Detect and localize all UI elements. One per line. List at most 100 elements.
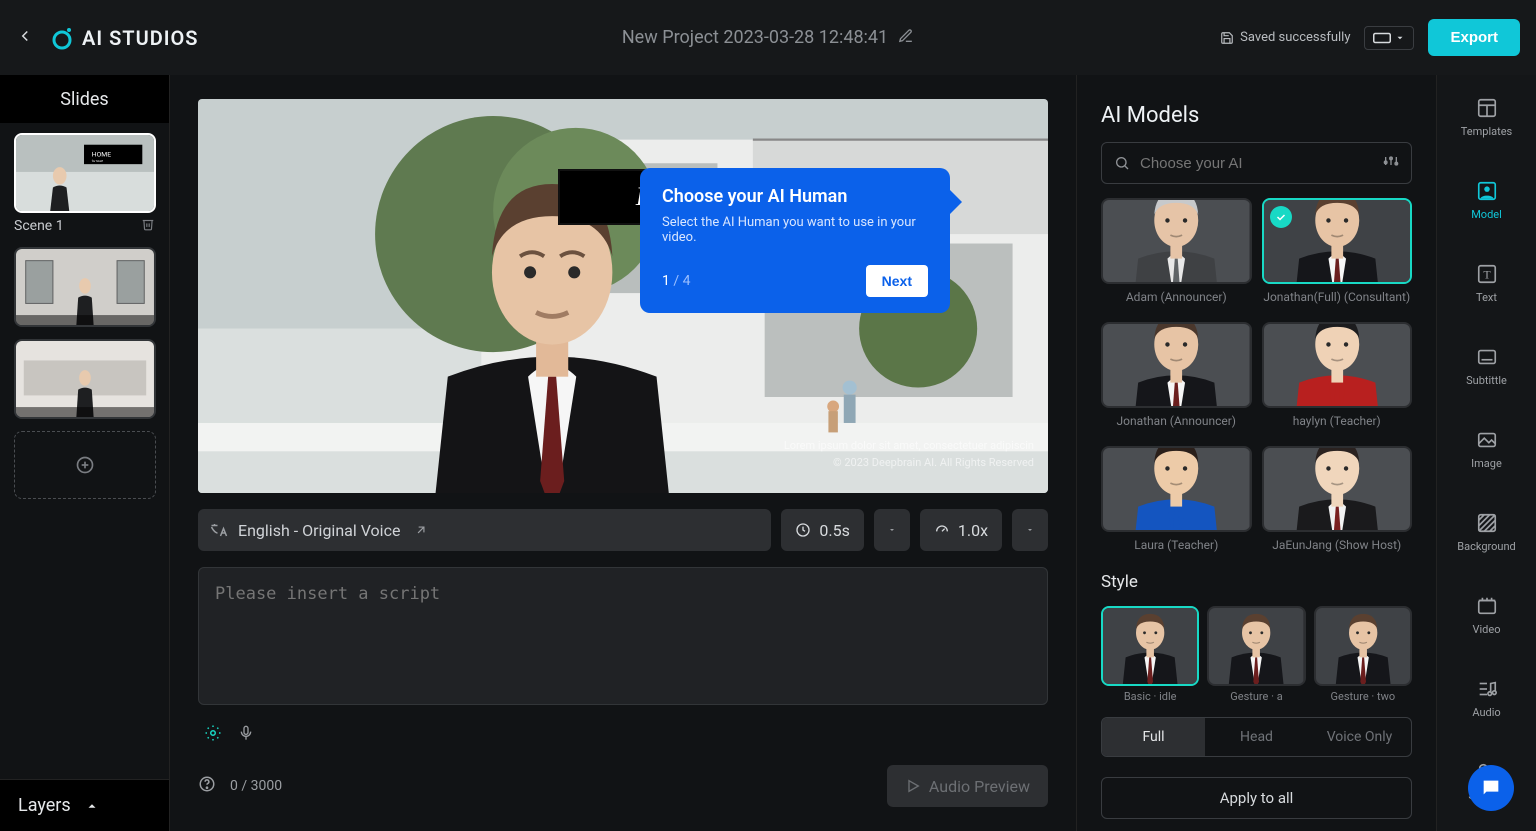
layers-toggle[interactable]: Layers [0, 779, 169, 831]
filter-icon[interactable] [1383, 153, 1399, 173]
slide-thumb-3[interactable] [14, 339, 156, 419]
model-thumb[interactable] [1262, 322, 1413, 408]
model-label: Jonathan(Full) (Consultant) [1263, 290, 1410, 304]
script-toolbar [198, 721, 1048, 749]
model-label: Jonathan (Announcer) [1117, 414, 1236, 428]
style-label: Gesture · a [1230, 690, 1282, 703]
tooltip-body: Select the AI Human you want to use in y… [662, 215, 928, 245]
canvas-column: Lusury HOME Lorem ipsum dolor sit amet, … [170, 75, 1076, 831]
style-card[interactable]: Basic · idle [1101, 606, 1199, 703]
rail-text[interactable]: T Text [1437, 257, 1536, 310]
duration-dropdown[interactable] [874, 509, 910, 551]
style-card[interactable]: Gesture · a [1207, 606, 1305, 703]
rail-model-label: Model [1471, 208, 1502, 221]
export-button[interactable]: Export [1428, 19, 1520, 56]
rail-video[interactable]: Video [1437, 589, 1536, 642]
model-thumb[interactable] [1101, 446, 1252, 532]
rail-templates[interactable]: Templates [1437, 91, 1536, 144]
duration-button[interactable]: 0.5s [781, 509, 863, 551]
brand-logo[interactable]: AI STUDIOS [50, 26, 198, 50]
style-thumb[interactable] [1314, 606, 1412, 686]
device-preview-button[interactable] [1364, 26, 1414, 50]
rail-audio[interactable]: Audio [1437, 672, 1536, 725]
edit-title-icon[interactable] [898, 28, 914, 48]
canvas-footer-text: Lorem ipsum dolor sit amet, consectetuer… [784, 438, 1034, 471]
canvas-footer-l2: © 2023 Deepbrain AI. All Rights Reserved [784, 455, 1034, 472]
svg-text:for SALE: for SALE [92, 159, 104, 163]
tooltip-step-counter: 1 / 4 [662, 273, 690, 289]
project-title: New Project 2023-03-28 12:48:41 [622, 27, 888, 48]
model-thumb[interactable] [1262, 446, 1413, 532]
rail-subtitle[interactable]: Subtittle [1437, 340, 1536, 393]
style-title: Style [1101, 572, 1412, 592]
speed-button[interactable]: 1.0x [920, 509, 1002, 551]
pose-tab-full[interactable]: Full [1102, 718, 1205, 756]
onboarding-tooltip: Choose your AI Human Select the AI Human… [640, 168, 950, 313]
model-label: Adam (Announcer) [1126, 290, 1227, 304]
save-status-label: Saved successfully [1240, 30, 1350, 45]
ai-assist-icon[interactable] [204, 724, 222, 746]
model-label: haylyn (Teacher) [1293, 414, 1381, 428]
slide-thumb-1[interactable]: HOMEfor SALE [14, 133, 156, 213]
pose-tabs: Full Head Voice Only [1101, 717, 1412, 757]
model-card[interactable]: Jonathan (Announcer) [1101, 322, 1252, 428]
app-header: AI STUDIOS New Project 2023-03-28 12:48:… [0, 0, 1536, 75]
svg-text:T: T [1483, 268, 1491, 282]
help-icon[interactable] [198, 775, 216, 797]
scene-label: Scene 1 [14, 218, 64, 234]
check-icon [1270, 206, 1292, 228]
model-card[interactable]: Adam (Announcer) [1101, 198, 1252, 304]
rail-subtitle-label: Subtittle [1466, 374, 1507, 387]
model-thumb[interactable] [1101, 198, 1252, 284]
style-thumb[interactable] [1101, 606, 1199, 686]
tooltip-step-total: / 4 [673, 273, 690, 289]
svg-text:HOME: HOME [92, 150, 111, 158]
rail-image[interactable]: Image [1437, 423, 1536, 476]
model-label: Laura (Teacher) [1134, 538, 1218, 552]
model-label: JaEunJang (Show Host) [1272, 538, 1401, 552]
delete-scene-button[interactable] [141, 217, 155, 235]
side-rail: Templates Model T Text Subtittle Image B… [1436, 75, 1536, 831]
model-card[interactable]: Laura (Teacher) [1101, 446, 1252, 552]
tooltip-title: Choose your AI Human [662, 186, 928, 207]
chat-support-button[interactable] [1468, 765, 1514, 811]
tooltip-step-current: 1 [662, 273, 670, 289]
language-label: English - Original Voice [238, 521, 400, 540]
model-thumb[interactable] [1101, 322, 1252, 408]
save-status: Saved successfully [1220, 30, 1350, 45]
style-label: Gesture · two [1331, 690, 1396, 703]
microphone-icon[interactable] [238, 725, 254, 745]
model-card[interactable]: haylyn (Teacher) [1262, 322, 1413, 428]
pose-tab-voice[interactable]: Voice Only [1308, 718, 1411, 756]
language-selector[interactable]: English - Original Voice [198, 509, 771, 551]
audio-preview-button[interactable]: Audio Preview [887, 765, 1048, 807]
speed-dropdown[interactable] [1012, 509, 1048, 551]
rail-text-label: Text [1476, 291, 1497, 304]
apply-all-button[interactable]: Apply to all [1101, 777, 1412, 819]
model-search[interactable] [1101, 142, 1412, 184]
rail-model[interactable]: Model [1437, 174, 1536, 227]
ai-models-panel: AI Models Adam (Announcer) Jonathan(F [1076, 75, 1436, 831]
pose-tab-head[interactable]: Head [1205, 718, 1308, 756]
tooltip-next-button[interactable]: Next [866, 265, 928, 297]
brand-text: AI STUDIOS [82, 26, 198, 50]
model-search-input[interactable] [1140, 155, 1373, 172]
slides-panel: Slides HOMEfor SALE Scene 1 [0, 75, 170, 831]
ai-models-title: AI Models [1101, 103, 1412, 128]
rail-background[interactable]: Background [1437, 506, 1536, 559]
style-label: Basic · idle [1124, 690, 1177, 703]
model-card[interactable]: Jonathan(Full) (Consultant) [1262, 198, 1413, 304]
rail-templates-label: Templates [1461, 125, 1512, 138]
style-thumb[interactable] [1207, 606, 1305, 686]
back-button[interactable] [16, 27, 34, 49]
add-slide-button[interactable] [14, 431, 156, 499]
script-input[interactable] [198, 567, 1048, 705]
rail-background-label: Background [1457, 540, 1515, 553]
model-thumb[interactable] [1262, 198, 1413, 284]
model-card[interactable]: JaEunJang (Show Host) [1262, 446, 1413, 552]
rail-video-label: Video [1473, 623, 1501, 636]
style-card[interactable]: Gesture · two [1314, 606, 1412, 703]
script-counter: 0 / 3000 [230, 778, 282, 794]
slide-thumb-2[interactable] [14, 247, 156, 327]
rail-audio-label: Audio [1472, 706, 1500, 719]
